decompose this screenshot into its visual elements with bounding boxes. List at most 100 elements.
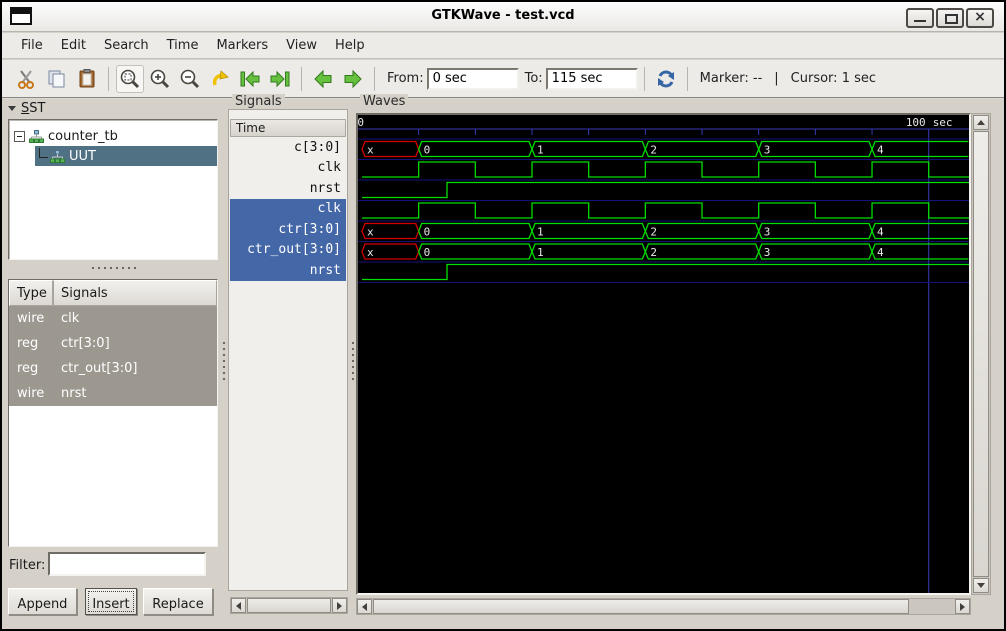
svg-text:0: 0 (424, 246, 431, 259)
signal-list-item[interactable]: clk (230, 198, 346, 219)
menu-item-time[interactable]: Time (158, 34, 208, 57)
arrow-left-icon (314, 69, 332, 88)
zoom-in-button[interactable] (146, 65, 174, 93)
cut-button[interactable] (13, 65, 41, 93)
back-button[interactable] (309, 65, 337, 93)
time-header[interactable]: Time (230, 119, 346, 137)
from-input[interactable] (426, 67, 519, 90)
tree-expander-icon[interactable] (14, 130, 25, 142)
tree-connector (39, 148, 48, 158)
filter-input[interactable] (48, 552, 206, 576)
pane-handle-horizontal[interactable] (90, 265, 138, 271)
zoom-out-button[interactable] (176, 65, 204, 93)
replace-button[interactable]: Replace (143, 588, 213, 615)
signal-name: clk (61, 311, 80, 326)
paste-button[interactable] (73, 65, 101, 93)
pane-handle-vertical[interactable] (221, 340, 227, 384)
menu-item-markers[interactable]: Markers (207, 34, 277, 57)
svg-text:1: 1 (537, 246, 544, 259)
tree-item-counter-tb[interactable]: counter_tb (9, 126, 217, 146)
close-icon: × (974, 9, 986, 25)
zoom-fit-button[interactable] (116, 64, 144, 93)
svg-text:4: 4 (877, 143, 884, 156)
signal-list-item[interactable]: clk (230, 158, 346, 179)
minimize-button[interactable] (906, 8, 934, 28)
menu-item-search[interactable]: Search (95, 34, 158, 57)
scroll-left-button[interactable] (357, 599, 372, 614)
svg-text:0: 0 (358, 116, 364, 129)
sst-expander[interactable]: SST (8, 101, 45, 116)
reload-icon (657, 70, 674, 87)
signal-list-item[interactable]: ctr_out[3:0] (230, 239, 346, 260)
forward-button[interactable] (339, 65, 367, 93)
table-row[interactable]: wire nrst (9, 381, 217, 406)
scroll-right-button[interactable] (955, 599, 970, 614)
signal-name: nrst (61, 386, 87, 401)
menu-item-help[interactable]: Help (326, 34, 374, 57)
svg-text:1: 1 (537, 225, 544, 238)
clipboard-icon (79, 68, 95, 87)
toolbar: From: To: Marker: -- | Cursor: 1 sec (2, 60, 1004, 99)
svg-text:x: x (367, 143, 374, 156)
wave-display[interactable]: 0 100 sec x 0 1 2 3 4 x 0 1 2 3 4 x 0 1 2 3 4 (356, 113, 971, 595)
signal-type: wire (17, 386, 45, 401)
svg-text:1: 1 (537, 143, 544, 156)
scrollbar-thumb[interactable] (973, 131, 989, 577)
waves-vscrollbar[interactable] (971, 113, 991, 595)
toolbar-separator (686, 66, 688, 91)
tree-item-label: counter_tb (48, 128, 118, 144)
menu-item-view[interactable]: View (277, 34, 326, 57)
copy-icon (48, 70, 65, 87)
table-row[interactable]: wire clk (9, 306, 217, 331)
reload-button[interactable] (652, 65, 680, 93)
maximize-button[interactable] (936, 8, 964, 28)
filter-label: Filter: (9, 558, 46, 573)
tree-item-label: UUT (69, 148, 96, 164)
column-header-signals[interactable]: Signals (53, 280, 217, 306)
table-row[interactable]: reg ctr_out[3:0] (9, 356, 217, 381)
svg-text:2: 2 (650, 143, 657, 156)
table-row[interactable]: reg ctr[3:0] (9, 331, 217, 356)
maximize-icon (945, 14, 958, 24)
arrow-right-icon (344, 69, 362, 88)
scroll-right-button[interactable] (332, 598, 347, 613)
waveform-canvas[interactable]: 0 100 sec x 0 1 2 3 4 x 0 1 2 3 4 x 0 1 2 3 4 (358, 115, 969, 593)
svg-text:sec: sec (933, 116, 953, 129)
svg-text:0: 0 (424, 143, 431, 156)
scroll-left-button[interactable] (231, 598, 246, 613)
signal-list-item[interactable]: c[3:0] (230, 137, 346, 158)
titlebar[interactable]: GTKWave - test.vcd × (2, 2, 1004, 32)
to-input[interactable] (545, 67, 638, 90)
scrollbar-thumb[interactable] (373, 599, 909, 614)
main-area: SST counter_tb UUT Type Signals wire clk… (2, 94, 1004, 629)
menu-item-file[interactable]: File (12, 34, 52, 57)
window-title: GTKWave - test.vcd (431, 8, 575, 23)
go-to-end-button[interactable] (266, 65, 294, 93)
signals-hscrollbar[interactable] (230, 597, 348, 614)
zoom-in-icon (150, 69, 170, 88)
from-label: From: (387, 71, 424, 86)
zoom-undo-button[interactable] (206, 65, 234, 93)
signal-type-table: Type Signals wire clk reg ctr[3:0] reg c… (8, 279, 218, 547)
menu-item-edit[interactable]: Edit (52, 34, 95, 57)
scrollbar-thumb[interactable] (247, 598, 331, 613)
svg-text:0: 0 (424, 225, 431, 238)
append-button[interactable]: Append (8, 588, 77, 615)
toolbar-separator (301, 66, 302, 91)
signal-list-item[interactable]: ctr[3:0] (230, 219, 346, 240)
insert-button[interactable]: Insert (85, 588, 137, 615)
column-header-type[interactable]: Type (9, 280, 53, 306)
to-label: To: (524, 71, 543, 86)
signal-list-item[interactable]: nrst (230, 260, 346, 281)
go-to-start-button[interactable] (236, 65, 264, 93)
scroll-down-button[interactable] (973, 578, 989, 593)
marker-status: Marker: -- (699, 71, 763, 86)
scroll-up-button[interactable] (973, 115, 989, 130)
sst-tree: counter_tb UUT (8, 119, 218, 260)
waves-hscrollbar[interactable] (356, 598, 971, 615)
signal-list-item[interactable]: nrst (230, 178, 346, 199)
tree-item-uut[interactable]: UUT (35, 146, 217, 166)
close-button[interactable]: × (966, 8, 994, 28)
copy-button[interactable] (43, 65, 71, 93)
hierarchy-icon (50, 149, 65, 163)
